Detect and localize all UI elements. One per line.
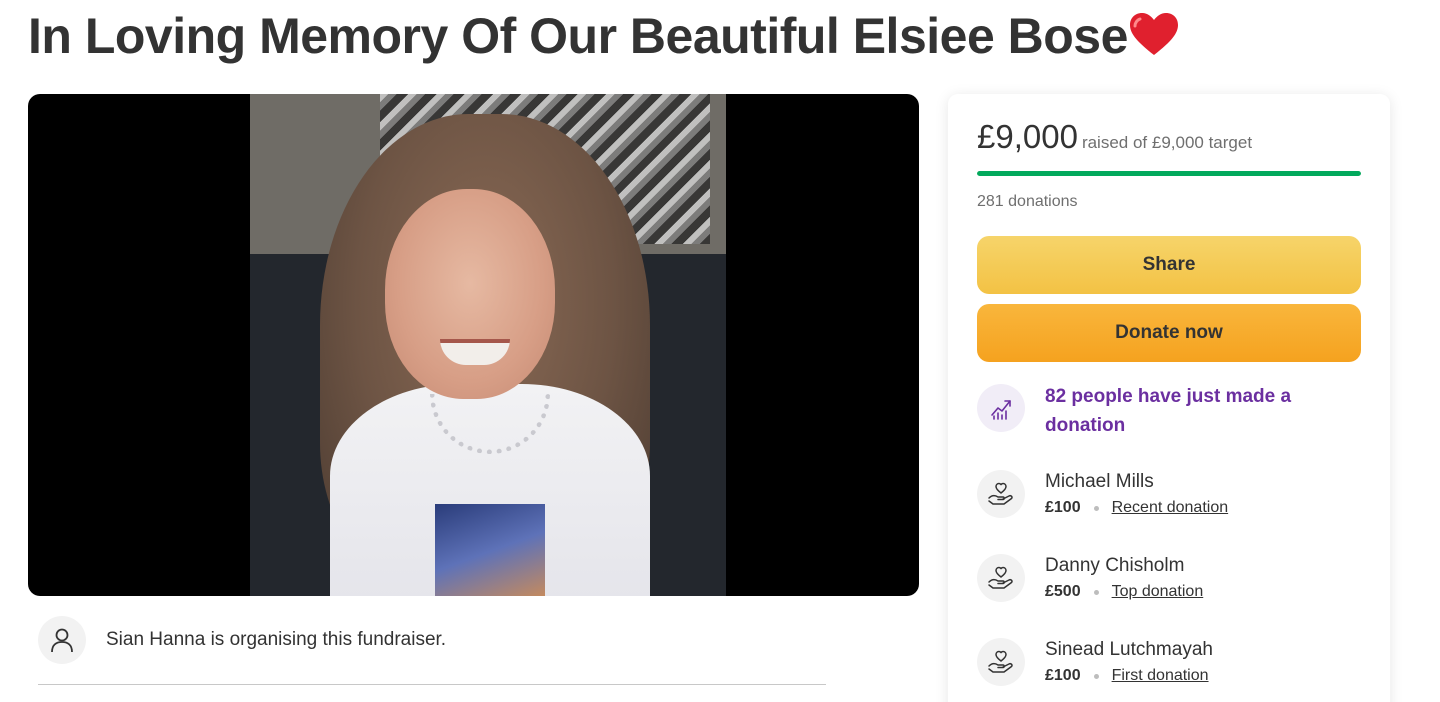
trending-up-icon — [977, 384, 1025, 432]
donation-card: £9,000 raised of £9,000 target 281 donati… — [948, 94, 1390, 702]
donor-tag-link[interactable]: First donation — [1112, 667, 1209, 685]
donor-item: Michael Mills £100 Recent donation — [977, 470, 1228, 518]
amount-value: £9,000 — [977, 118, 1078, 155]
separator-dot — [1093, 589, 1099, 595]
divider — [38, 684, 826, 685]
donor-name: Michael Mills — [1045, 471, 1154, 492]
amount-raised: £9,000 raised of £9,000 target — [977, 118, 1252, 156]
recent-activity-text: 82 people have just made a donation — [1045, 386, 1292, 436]
heart-hand-icon — [977, 470, 1025, 518]
person-icon — [38, 616, 86, 664]
recent-activity: 82 people have just made a donation — [977, 384, 1325, 440]
heart-hand-icon — [977, 554, 1025, 602]
page-title: In Loving Memory Of Our Beautiful Elsiee… — [28, 6, 1178, 66]
donor-tag-link[interactable]: Recent donation — [1112, 499, 1229, 517]
share-button[interactable]: Share — [977, 236, 1361, 294]
organiser-text: Sian Hanna is organising this fundraiser… — [106, 629, 447, 650]
donor-item: Sinead Lutchmayah £100 First donation — [977, 638, 1213, 686]
page-title-text: In Loving Memory Of Our Beautiful Elsiee… — [28, 8, 1128, 64]
donor-amount: £500 — [1045, 583, 1081, 600]
separator-dot — [1093, 673, 1099, 679]
donate-now-button[interactable]: Donate now — [977, 304, 1361, 362]
donor-amount: £100 — [1045, 499, 1081, 516]
donor-amount: £100 — [1045, 667, 1081, 684]
heart-hand-icon — [977, 638, 1025, 686]
organiser-row: Sian Hanna is organising this fundraiser… — [38, 616, 446, 664]
progress-fill — [977, 171, 1361, 176]
donations-count: 281 donations — [977, 193, 1078, 210]
donor-item: Danny Chisholm £500 Top donation — [977, 554, 1203, 602]
donor-name: Sinead Lutchmayah — [1045, 639, 1213, 660]
amount-target-text: raised of £9,000 target — [1081, 133, 1253, 152]
fundraiser-media[interactable] — [28, 94, 919, 596]
donor-name: Danny Chisholm — [1045, 555, 1185, 576]
donor-tag-link[interactable]: Top donation — [1112, 583, 1204, 601]
fundraiser-photo — [250, 94, 726, 596]
progress-bar — [977, 171, 1361, 176]
heart-icon — [1129, 13, 1178, 55]
separator-dot — [1093, 505, 1099, 511]
